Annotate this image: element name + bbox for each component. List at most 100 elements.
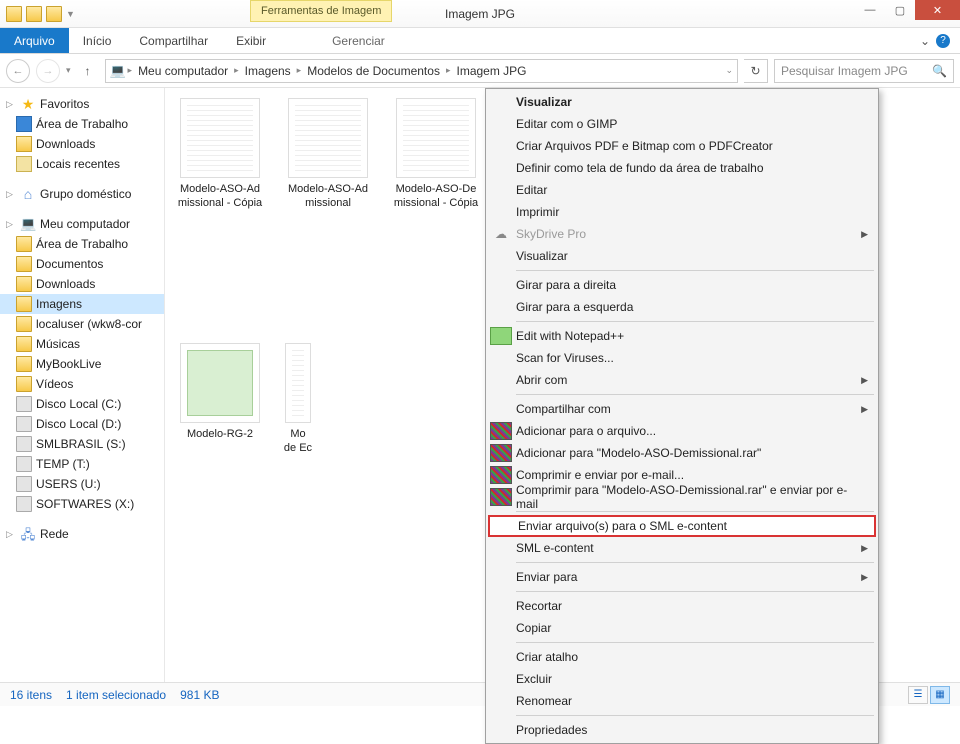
tab-file[interactable]: Arquivo xyxy=(0,28,69,53)
ribbon-tabs: Arquivo Início Compartilhar Exibir Geren… xyxy=(0,28,960,54)
star-icon: ★ xyxy=(20,96,36,112)
breadcrumb-sep-icon[interactable]: ▸ xyxy=(128,65,133,76)
tree-network[interactable]: ▷🖧Rede xyxy=(0,524,164,544)
folder-icon xyxy=(16,356,32,372)
ctx-compartilhar[interactable]: Compartilhar com▶ xyxy=(488,398,876,420)
tree-homegroup[interactable]: ▷⌂Grupo doméstico xyxy=(0,184,164,204)
breadcrumb-root-icon[interactable]: 💻 xyxy=(110,63,126,79)
tab-view[interactable]: Exibir xyxy=(222,28,280,53)
tree-computer[interactable]: ▷💻Meu computador xyxy=(0,214,164,234)
help-icon[interactable]: ? xyxy=(936,34,950,48)
file-item[interactable]: Modelo-ASO-Ad missional - Cópia xyxy=(175,98,265,211)
ctx-notepadpp[interactable]: Edit with Notepad++ xyxy=(488,325,876,347)
tree-pc-docs[interactable]: Documentos xyxy=(0,254,164,274)
drive-icon xyxy=(16,416,32,432)
folder-icon xyxy=(16,256,32,272)
tab-manage[interactable]: Gerenciar xyxy=(318,28,399,53)
ctx-wallpaper[interactable]: Definir como tela de fundo da área de tr… xyxy=(488,157,876,179)
tree-pc-music[interactable]: Músicas xyxy=(0,334,164,354)
tree-pc-downloads[interactable]: Downloads xyxy=(0,274,164,294)
forward-button[interactable]: → xyxy=(36,59,60,83)
folder-icon xyxy=(16,236,32,252)
ctx-sml[interactable]: SML e-content▶ xyxy=(488,537,876,559)
tab-share[interactable]: Compartilhar xyxy=(125,28,222,53)
maximize-button[interactable]: ▢ xyxy=(885,0,915,20)
history-dropdown-icon[interactable]: ▾ xyxy=(66,65,71,76)
ctx-imprimir[interactable]: Imprimir xyxy=(488,201,876,223)
drive-icon xyxy=(16,436,32,452)
tree-drive-s[interactable]: SMLBRASIL (S:) xyxy=(0,434,164,454)
submenu-arrow-icon: ▶ xyxy=(861,375,868,386)
ctx-criar-atalho[interactable]: Criar atalho xyxy=(488,646,876,668)
file-item[interactable]: Mo de Ec xyxy=(283,343,313,456)
contextual-tab-label: Ferramentas de Imagem xyxy=(250,0,392,22)
ctx-gimp[interactable]: Editar com o GIMP xyxy=(488,113,876,135)
crumb-3[interactable]: Imagem JPG xyxy=(452,64,530,78)
tree-drive-d[interactable]: Disco Local (D:) xyxy=(0,414,164,434)
ctx-skydrive[interactable]: ☁SkyDrive Pro▶ xyxy=(488,223,876,245)
breadcrumb-sep-icon[interactable]: ▸ xyxy=(446,65,451,76)
search-input[interactable]: Pesquisar Imagem JPG 🔍 xyxy=(774,59,954,83)
minimize-button[interactable]: — xyxy=(855,0,885,20)
network-icon: 🖧 xyxy=(20,526,36,542)
breadcrumb-sep-icon[interactable]: ▸ xyxy=(297,65,302,76)
close-button[interactable]: ✕ xyxy=(915,0,960,20)
ctx-visualizar2[interactable]: Visualizar xyxy=(488,245,876,267)
search-icon[interactable]: 🔍 xyxy=(932,64,947,78)
ctx-girar-esquerda[interactable]: Girar para a esquerda xyxy=(488,296,876,318)
tree-drive-t[interactable]: TEMP (T:) xyxy=(0,454,164,474)
up-button[interactable]: ↑ xyxy=(77,60,99,82)
qat-dropdown-icon[interactable]: ▼ xyxy=(66,9,75,19)
ctx-enviar-para[interactable]: Enviar para▶ xyxy=(488,566,876,588)
ctx-sml-send[interactable]: Enviar arquivo(s) para o SML e-content xyxy=(488,515,876,537)
ctx-editar[interactable]: Editar xyxy=(488,179,876,201)
ctx-abrir-com[interactable]: Abrir com▶ xyxy=(488,369,876,391)
ribbon-expand-icon[interactable]: ⌄ xyxy=(920,34,930,48)
crumb-1[interactable]: Imagens xyxy=(241,64,295,78)
tree-pc-desktop[interactable]: Área de Trabalho xyxy=(0,234,164,254)
tree-desktop[interactable]: Área de Trabalho xyxy=(0,114,164,134)
tree-favorites[interactable]: ▷★Favoritos xyxy=(0,94,164,114)
crumb-2[interactable]: Modelos de Documentos xyxy=(303,64,444,78)
tree-pc-mybook[interactable]: MyBookLive xyxy=(0,354,164,374)
breadcrumb-sep-icon[interactable]: ▸ xyxy=(234,65,239,76)
file-item[interactable]: Modelo-RG-2 xyxy=(175,343,265,456)
ctx-scan[interactable]: Scan for Viruses... xyxy=(488,347,876,369)
ctx-propriedades[interactable]: Propriedades xyxy=(488,719,876,741)
tree-recent[interactable]: Locais recentes xyxy=(0,154,164,174)
refresh-button[interactable]: ↻ xyxy=(744,59,768,83)
ctx-girar-direita[interactable]: Girar para a direita xyxy=(488,274,876,296)
breadcrumb[interactable]: 💻 ▸ Meu computador ▸ Imagens ▸ Modelos d… xyxy=(105,59,738,83)
ctx-pdfcreator[interactable]: Criar Arquivos PDF e Bitmap com o PDFCre… xyxy=(488,135,876,157)
view-icons-button[interactable]: ▦ xyxy=(930,686,950,704)
ctx-recortar[interactable]: Recortar xyxy=(488,595,876,617)
ctx-rar-add[interactable]: Adicionar para o arquivo... xyxy=(488,420,876,442)
breadcrumb-dropdown-icon[interactable]: ⌄ xyxy=(725,65,733,76)
tab-home[interactable]: Início xyxy=(69,28,126,53)
winrar-icon xyxy=(490,422,512,440)
folder-icon xyxy=(16,296,32,312)
tree-pc-images[interactable]: Imagens xyxy=(0,294,164,314)
qat-properties-icon[interactable] xyxy=(46,6,62,22)
tree-pc-videos[interactable]: Vídeos xyxy=(0,374,164,394)
view-details-button[interactable]: ☰ xyxy=(908,686,928,704)
ctx-excluir[interactable]: Excluir xyxy=(488,668,876,690)
file-label: Modelo-ASO-De missional - Cópia xyxy=(391,182,481,211)
notepadpp-icon xyxy=(490,327,512,345)
folder-icon xyxy=(16,376,32,392)
crumb-0[interactable]: Meu computador xyxy=(134,64,232,78)
qat-new-folder-icon[interactable] xyxy=(26,6,42,22)
tree-drive-x[interactable]: SOFTWARES (X:) xyxy=(0,494,164,514)
tree-drive-u[interactable]: USERS (U:) xyxy=(0,474,164,494)
ctx-visualizar[interactable]: Visualizar xyxy=(488,91,876,113)
back-button[interactable]: ← xyxy=(6,59,30,83)
ctx-rar-mail-named[interactable]: Comprimir para "Modelo-ASO-Demissional.r… xyxy=(488,486,876,508)
tree-downloads[interactable]: Downloads xyxy=(0,134,164,154)
tree-pc-localuser[interactable]: localuser (wkw8-cor xyxy=(0,314,164,334)
file-item[interactable]: Modelo-ASO-Ad missional xyxy=(283,98,373,211)
ctx-copiar[interactable]: Copiar xyxy=(488,617,876,639)
file-item[interactable]: Modelo-ASO-De missional - Cópia xyxy=(391,98,481,211)
ctx-renomear[interactable]: Renomear xyxy=(488,690,876,712)
tree-drive-c[interactable]: Disco Local (C:) xyxy=(0,394,164,414)
ctx-rar-add-named[interactable]: Adicionar para "Modelo-ASO-Demissional.r… xyxy=(488,442,876,464)
